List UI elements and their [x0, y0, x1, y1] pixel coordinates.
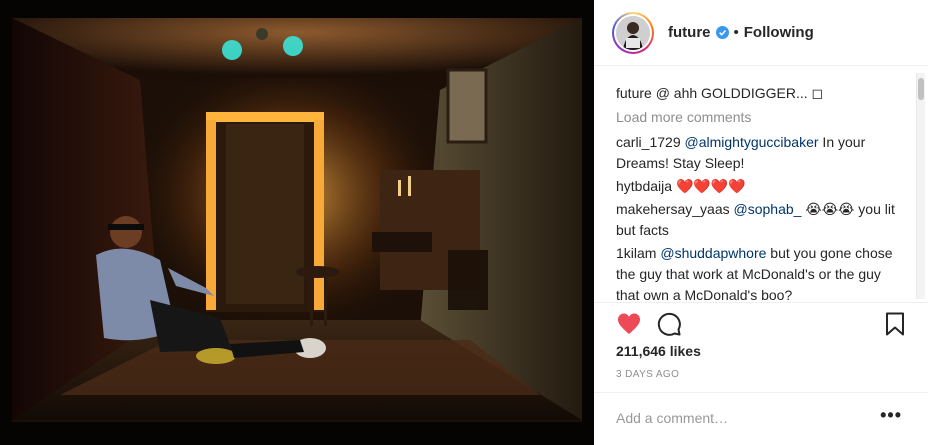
post-side-panel: future • Following future @ ahh GOLDDIGG… [594, 0, 928, 445]
following-button[interactable]: Following [744, 24, 814, 41]
header-username[interactable]: future [668, 24, 711, 41]
post-header: future • Following [594, 0, 928, 66]
comment-item: hytbdaija ❤️❤️❤️❤️ [616, 176, 906, 197]
comment-item: makehersay_yaas @sophab_ 😭😭😭 you lit but… [616, 199, 906, 241]
post-photo[interactable] [0, 0, 594, 445]
comment-mention[interactable]: @shuddapwhore [660, 245, 766, 261]
photo-scene [0, 0, 594, 445]
heart-icon [618, 313, 640, 334]
more-options-icon[interactable]: ••• [880, 405, 902, 426]
comment-icon [657, 312, 681, 336]
comment-text: ❤️❤️❤️❤️ [675, 178, 746, 194]
comment-username[interactable]: carli_1729 [616, 134, 681, 150]
action-bar [594, 302, 928, 346]
comment-input[interactable] [616, 407, 856, 429]
verified-icon [715, 26, 729, 39]
bookmark-icon [886, 312, 904, 336]
separator-dot: • [733, 24, 739, 41]
scrollbar-thumb[interactable] [918, 78, 924, 100]
caption-text: @ ahh GOLDDIGGER... ◻ [655, 85, 824, 101]
load-more-comments-link[interactable]: Load more comments [616, 107, 906, 128]
save-button[interactable] [882, 311, 908, 337]
comments-list[interactable]: future @ ahh GOLDDIGGER... ◻ Load more c… [594, 67, 928, 302]
comment-item: 1kilam @shuddapwhore but you gone chose … [616, 243, 906, 302]
avatar-image [616, 15, 650, 50]
caption: future @ ahh GOLDDIGGER... ◻ [616, 83, 906, 104]
comment-username[interactable]: 1kilam [616, 245, 656, 261]
comment-mention[interactable]: @almightyguccibaker [685, 134, 819, 150]
like-button[interactable] [616, 311, 642, 337]
add-comment-section: ••• [594, 392, 928, 445]
caption-username[interactable]: future [616, 85, 652, 101]
likes-count[interactable]: 211,646 likes [616, 343, 701, 359]
comment-item: carli_1729 @almightyguccibaker In your D… [616, 132, 906, 174]
post-date[interactable]: 3 DAYS AGO [616, 369, 679, 380]
comment-username[interactable]: makehersay_yaas [616, 201, 730, 217]
avatar[interactable] [612, 11, 654, 54]
comment-username[interactable]: hytbdaija [616, 178, 672, 194]
comment-mention[interactable]: @sophab_ [734, 201, 802, 217]
comments-scrollbar[interactable] [916, 73, 925, 299]
comment-button[interactable] [656, 311, 682, 337]
